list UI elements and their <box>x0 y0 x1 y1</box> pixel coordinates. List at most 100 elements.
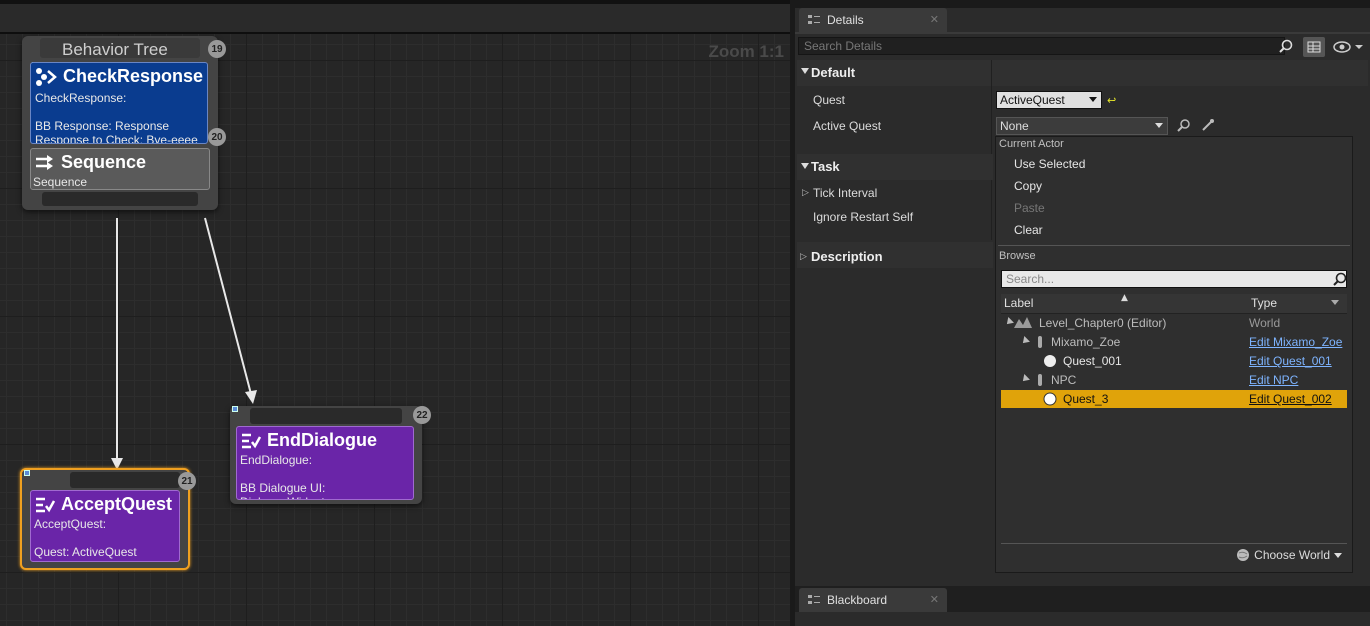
sphere-icon <box>1043 392 1057 406</box>
decorator-index-badge: 20 <box>208 128 226 146</box>
task-line2: BB Dialogue UI: DialogueWidget <box>240 481 326 499</box>
category-task-label: Task <box>811 159 840 174</box>
task-title: AcceptQuest <box>61 494 173 514</box>
input-pin[interactable] <box>70 472 180 488</box>
category-default-row[interactable] <box>797 60 1368 86</box>
input-pin[interactable] <box>250 408 402 424</box>
row-type-link[interactable]: Edit Quest_002 <box>1249 392 1332 406</box>
row-name: Quest_001 <box>1063 354 1122 368</box>
expander-icon[interactable] <box>1020 336 1030 346</box>
view-options-button[interactable] <box>1303 37 1325 57</box>
search-details-input[interactable]: Search Details <box>798 37 1285 55</box>
row-name: Level_Chapter0 (Editor) <box>1039 316 1167 330</box>
expand-arrow-icon[interactable] <box>801 68 809 74</box>
chevron-down-icon <box>1155 123 1163 128</box>
accept-quest-task[interactable]: AcceptQuest AcceptQuest: Quest: ActiveQu… <box>30 490 180 562</box>
task-line1: EndDialogue: <box>240 453 313 467</box>
end-dialogue-task[interactable]: EndDialogue EndDialogue: BB Dialogue UI:… <box>236 426 414 500</box>
node-index-badge: 22 <box>413 406 431 424</box>
quest-value: ActiveQuest <box>1000 93 1065 107</box>
chevron-down-icon[interactable] <box>1331 300 1339 305</box>
category-default-label: Default <box>811 65 856 80</box>
sequence-icon <box>36 154 53 170</box>
accept-quest-node[interactable]: 21 AcceptQuest AcceptQuest: Quest: Activ… <box>20 468 196 570</box>
task-title: EndDialogue <box>267 430 378 450</box>
tree-row-actor[interactable]: NPC Edit NPC <box>1001 371 1347 389</box>
task-line2: Quest: ActiveQuest <box>34 545 137 559</box>
skeletal-mesh-icon <box>1038 336 1042 348</box>
active-quest-value: None <box>1000 119 1029 133</box>
choose-world-label: Choose World <box>1254 548 1330 562</box>
column-label[interactable]: Label <box>1004 296 1033 310</box>
sequence-title: Sequence <box>61 152 147 172</box>
row-type-link[interactable]: Edit Quest_001 <box>1249 354 1332 368</box>
quest-dropdown[interactable]: ActiveQuest <box>996 91 1102 109</box>
row-name: Quest_3 <box>1063 392 1109 406</box>
category-description-label: Description <box>811 249 883 264</box>
column-divider <box>991 60 992 240</box>
ignore-restart-label: Ignore Restart Self <box>813 210 914 224</box>
row-name: Mixamo_Zoe <box>1051 335 1121 349</box>
world-icon <box>1014 317 1032 328</box>
sort-ascending-icon[interactable]: ▲ <box>1121 293 1128 303</box>
menu-clear[interactable]: Clear <box>1014 223 1043 237</box>
reset-to-default-icon[interactable]: ↩ <box>1107 94 1116 107</box>
close-icon[interactable]: ✕ <box>930 13 939 26</box>
decorator-title: CheckResponse <box>63 66 204 86</box>
chevron-down-icon <box>1334 552 1342 558</box>
tab-underline <box>795 32 1370 34</box>
tree-row-selected[interactable]: Quest_3 Edit Quest_002 <box>1001 390 1347 408</box>
tree-row-world[interactable]: Level_Chapter0 (Editor) World <box>1001 314 1347 332</box>
check-response-decorator[interactable]: CheckResponse CheckResponse: BB Response… <box>30 62 208 144</box>
menu-copy[interactable]: Copy <box>1014 179 1042 193</box>
tab-blackboard[interactable]: Blackboard ✕ <box>799 588 947 612</box>
menu-use-selected[interactable]: Use Selected <box>1014 157 1085 171</box>
expander-icon[interactable] <box>1020 374 1030 384</box>
breakpoint-marker <box>24 470 30 476</box>
top-border <box>0 0 790 4</box>
behavior-tree-label: Behavior Tree <box>62 40 168 59</box>
menu-paste[interactable]: Paste <box>1014 201 1045 215</box>
node-index-badge: 19 <box>208 40 226 58</box>
collapsed-arrow-icon[interactable]: ▷ <box>800 252 807 262</box>
search-icon[interactable] <box>1333 272 1347 286</box>
wire-to-end-dialogue <box>204 217 252 395</box>
tick-interval-label: Tick Interval <box>813 186 878 200</box>
quest-label: Quest <box>813 93 846 107</box>
behavior-tree-graph[interactable]: Zoom 1:1 Behavior Tree 19 CheckResponse <box>0 32 790 626</box>
tab-details[interactable]: Details ✕ <box>799 8 947 32</box>
breakpoint-marker <box>232 406 238 412</box>
sequence-composite[interactable]: Sequence Sequence <box>30 148 210 190</box>
end-dialogue-node[interactable]: 22 EndDialogue EndDialogue: BB Dialogue … <box>230 406 431 504</box>
expand-arrow-icon[interactable] <box>801 163 809 169</box>
search-icon[interactable] <box>1279 39 1293 53</box>
footer-divider <box>1001 543 1347 544</box>
sequence-node[interactable]: Behavior Tree 19 CheckResponse CheckResp… <box>22 36 226 210</box>
blackboard-tab-icon <box>808 595 820 604</box>
row-type: World <box>1249 316 1281 330</box>
browse-search-icon[interactable] <box>1177 118 1191 132</box>
choose-world-button[interactable]: Choose World <box>1236 548 1342 562</box>
output-pin[interactable] <box>42 192 198 206</box>
decorator-line2: BB Response: Response <box>35 119 170 133</box>
decorator-line1: CheckResponse: <box>35 91 127 105</box>
grid-icon <box>1307 41 1321 53</box>
tree-row-actor[interactable]: Quest_001 Edit Quest_001 <box>1001 352 1347 370</box>
row-type-link[interactable]: Edit NPC <box>1249 373 1298 387</box>
column-type[interactable]: Type <box>1251 296 1277 310</box>
blackboard-panel <box>795 612 1370 626</box>
task-icon <box>36 497 55 512</box>
chevron-down-icon <box>1089 97 1097 102</box>
browse-header: Browse <box>999 250 1036 262</box>
row-type-link[interactable]: Edit Mixamo_Zoe <box>1249 335 1342 349</box>
menu-divider <box>998 245 1350 246</box>
collapsed-arrow-icon[interactable]: ▷ <box>802 188 809 198</box>
active-quest-dropdown[interactable]: None <box>996 117 1168 135</box>
actor-search-input[interactable]: Search... <box>1001 270 1347 288</box>
graph-toolbar-strip <box>0 0 790 32</box>
tree-row-actor[interactable]: Mixamo_Zoe Edit Mixamo_Zoe <box>1001 333 1347 351</box>
eye-icon[interactable] <box>1333 40 1365 54</box>
eyedropper-icon[interactable] <box>1201 118 1215 132</box>
close-icon[interactable]: ✕ <box>930 593 939 606</box>
details-tab-label: Details <box>827 13 864 27</box>
